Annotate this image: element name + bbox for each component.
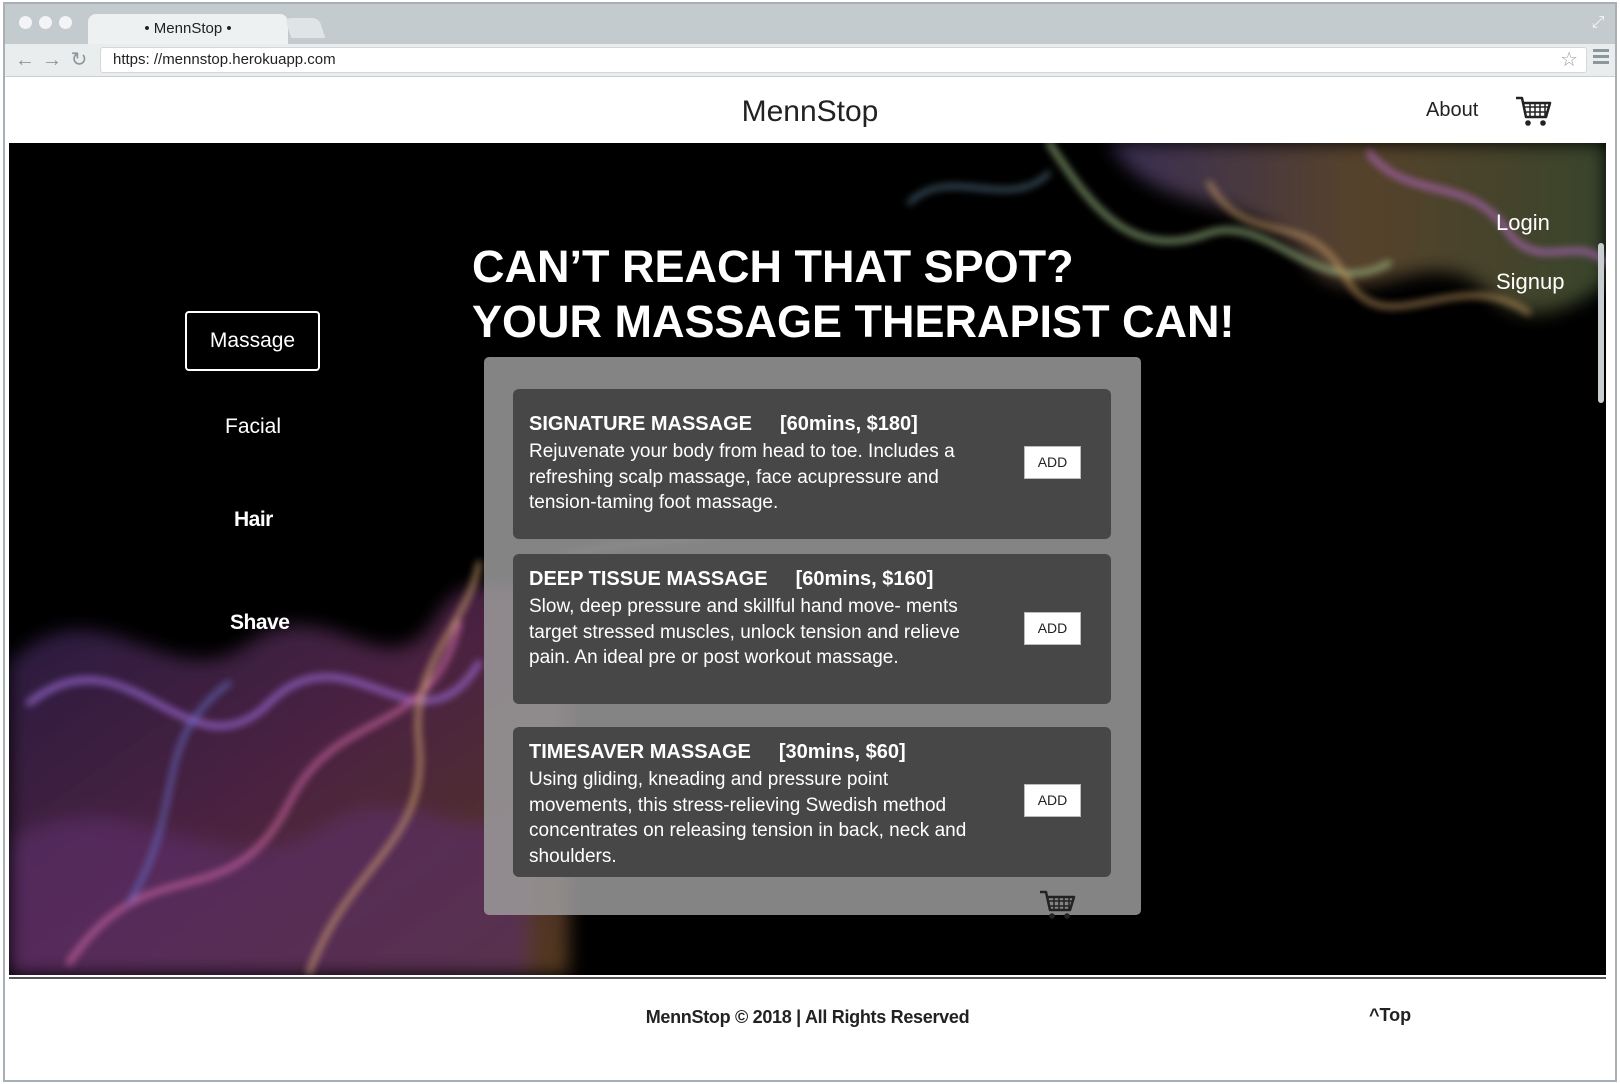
address-bar[interactable]: https: //mennstop.herokuapp.com ☆	[100, 47, 1587, 73]
reload-icon[interactable]: ↻	[68, 49, 90, 71]
browser-tab[interactable]: • MennStop •	[88, 14, 288, 44]
web-page: MennStop About CAN’T REACH THAT SPOT? YO…	[5, 77, 1615, 1080]
about-link[interactable]: About	[1426, 99, 1478, 122]
add-button[interactable]: ADD	[1024, 784, 1081, 817]
tab-bar: • MennStop • ⤢	[5, 4, 1615, 44]
add-button[interactable]: ADD	[1024, 446, 1081, 479]
nav-massage[interactable]: Massage	[185, 311, 320, 371]
menu-icon[interactable]	[1593, 49, 1609, 67]
site-header: MennStop About	[5, 77, 1615, 143]
service-meta: [60mins, $180]	[779, 413, 918, 435]
signup-link[interactable]: Signup	[1496, 269, 1565, 295]
service-card: SIGNATURE MASSAGE [60mins, $180] Rejuvena…	[513, 389, 1111, 539]
service-description: Rejuvenate your body from head to toe. I…	[529, 441, 955, 513]
headline-line-2: YOUR MASSAGE THERAPIST CAN!	[472, 296, 1235, 347]
headline-line-1: CAN’T REACH THAT SPOT?	[472, 241, 1074, 292]
hero-headline: CAN’T REACH THAT SPOT? YOUR MASSAGE THER…	[472, 239, 1235, 349]
new-tab-button[interactable]	[284, 18, 326, 38]
nav-facial[interactable]: Facial	[225, 415, 281, 439]
services-panel: SIGNATURE MASSAGE [60mins, $180] Rejuvena…	[484, 357, 1141, 919]
expand-icon[interactable]: ⤢	[1589, 14, 1607, 32]
window-close-dot[interactable]	[19, 16, 32, 29]
service-description: Slow, deep pressure and skillful hand mo…	[529, 596, 960, 668]
copyright-text: MennStop © 2018 | All Rights Reserved	[645, 1007, 970, 1027]
browser-window: • MennStop • ⤢ ← → ↻ https: //mennstop.h…	[3, 2, 1617, 1082]
cart-icon[interactable]	[1515, 95, 1553, 129]
brand-title[interactable]: MennStop	[5, 95, 1615, 129]
service-title: TIMESAVER MASSAGE [30mins, $60]	[529, 741, 906, 764]
login-link[interactable]: Login	[1496, 210, 1550, 236]
nav-shave[interactable]: Shave	[230, 611, 290, 635]
service-name: TIMESAVER MASSAGE	[529, 741, 751, 763]
service-title: DEEP TISSUE MASSAGE [60mins, $160]	[529, 568, 933, 591]
window-maximize-dot[interactable]	[59, 16, 72, 29]
browser-toolbar: ← → ↻ https: //mennstop.herokuapp.com ☆	[5, 44, 1615, 77]
service-title: SIGNATURE MASSAGE [60mins, $180]	[529, 413, 918, 436]
service-meta: [30mins, $60]	[778, 741, 906, 763]
page-scrollbar[interactable]	[1598, 243, 1604, 403]
site-footer: MennStop © 2018 | All Rights Reserved ^T…	[9, 977, 1606, 1080]
forward-arrow-icon[interactable]: →	[41, 49, 63, 71]
back-to-top-link[interactable]: ^Top	[1369, 1005, 1411, 1026]
add-button[interactable]: ADD	[1024, 612, 1081, 645]
service-card: DEEP TISSUE MASSAGE [60mins, $160] Slow, …	[513, 554, 1111, 704]
nav-hair[interactable]: Hair	[234, 508, 273, 532]
url-text: https: //mennstop.herokuapp.com	[113, 51, 336, 68]
service-meta: [60mins, $160]	[795, 568, 934, 590]
cart-icon[interactable]	[1039, 889, 1077, 921]
window-minimize-dot[interactable]	[39, 16, 52, 29]
service-description: Using gliding, kneading and pressure poi…	[529, 769, 967, 867]
star-icon[interactable]: ☆	[1560, 49, 1578, 71]
service-name: DEEP TISSUE MASSAGE	[529, 568, 768, 590]
hero-section: CAN’T REACH THAT SPOT? YOUR MASSAGE THER…	[9, 143, 1606, 975]
service-name: SIGNATURE MASSAGE	[529, 413, 752, 435]
back-arrow-icon[interactable]: ←	[14, 49, 36, 71]
service-card: TIMESAVER MASSAGE [30mins, $60] Using gli…	[513, 727, 1111, 877]
